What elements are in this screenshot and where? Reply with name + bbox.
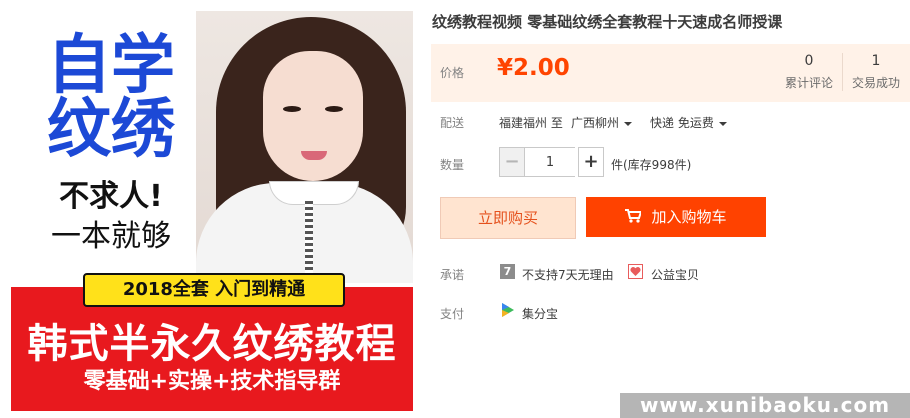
price-label: 价格 (440, 66, 465, 80)
promise-label: 承诺 (440, 268, 465, 282)
chevron-down-icon (624, 121, 633, 126)
no-return-policy[interactable]: 不支持7天无理由 (522, 266, 614, 283)
sales-count-label: 交易成功 (851, 76, 900, 90)
delivery-origin: 福建福州 至 (499, 116, 563, 130)
shipping-method-value: 快递 免运费 (650, 116, 714, 130)
quantity-increase-button[interactable]: + (578, 147, 604, 177)
image-yellow-banner: 2018全套 入门到精通 (83, 273, 345, 307)
sales-count: 1 (871, 53, 881, 69)
image-tagline: 一本就够 (51, 219, 171, 254)
model-face (263, 51, 363, 181)
add-to-cart-label: 加入购物车 (651, 208, 727, 226)
image-banner-subtitle: 零基础+实操+技术指导群 (83, 369, 341, 394)
image-banner-title: 韩式半永久纹绣教程 (27, 321, 397, 367)
image-headline: 纹绣 (47, 93, 175, 167)
model-collar (269, 181, 359, 205)
review-count-stat[interactable]: 0 累计评论 (776, 53, 843, 91)
product-main-image[interactable]: 自学 纹绣 不求人! 一本就够 2018全套 入门到精通 韩式半永久纹绣教程 零… (11, 11, 413, 411)
product-title: 纹绣教程视频 零基础纹绣全套教程十天速成名师授课 (432, 13, 783, 31)
price-panel: 价格 ¥2.00 0 累计评论 1 交易成功 (431, 44, 910, 102)
payment-method[interactable]: 集分宝 (522, 305, 558, 322)
image-tagline: 不求人! (59, 179, 163, 214)
jifenbao-icon (502, 303, 514, 317)
model-eye (325, 106, 343, 112)
seven-day-icon: 7 (500, 264, 515, 279)
payment-label: 支付 (440, 307, 465, 321)
sales-count-stat[interactable]: 1 交易成功 (843, 53, 909, 91)
chevron-down-icon (718, 121, 727, 126)
charity-heart-icon (628, 264, 643, 279)
model-shirt-stripe (305, 201, 313, 279)
shipping-method-selector[interactable]: 快递 免运费 (650, 114, 727, 131)
delivery-label: 配送 (440, 116, 465, 130)
destination-value: 广西柳州 (571, 116, 620, 130)
add-to-cart-button[interactable]: 加入购物车 (586, 197, 766, 237)
charity-item-link[interactable]: 公益宝贝 (651, 266, 699, 283)
review-count: 0 (804, 53, 814, 69)
quantity-input[interactable] (525, 147, 575, 177)
model-eye (283, 106, 301, 112)
site-watermark: www.xunibaoku.com (620, 393, 910, 418)
stock-info: 件(库存998件) (611, 158, 692, 172)
review-count-label: 累计评论 (784, 76, 833, 90)
quantity-decrease-button[interactable]: − (499, 147, 525, 177)
price-value: ¥2.00 (497, 55, 570, 81)
destination-selector[interactable]: 广西柳州 (571, 114, 633, 131)
quantity-label: 数量 (440, 158, 465, 172)
image-headline: 自学 (47, 29, 175, 103)
cart-icon (625, 209, 642, 223)
buy-now-button[interactable]: 立即购买 (440, 197, 576, 239)
